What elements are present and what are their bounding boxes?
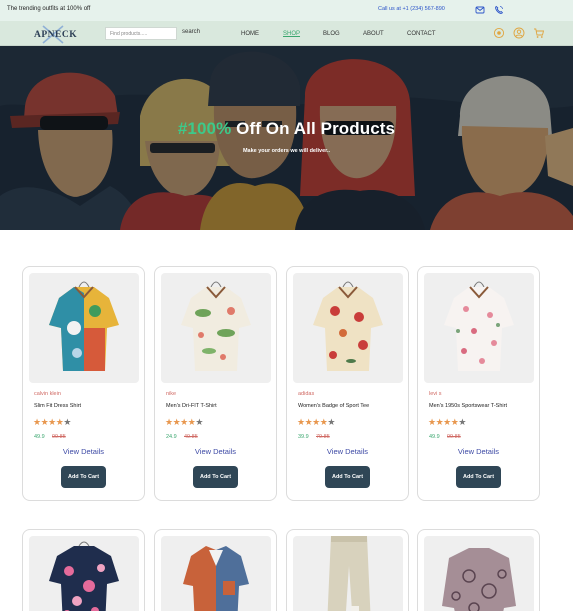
add-to-cart-button[interactable]: Add To Cart [325,466,370,488]
nav-contact[interactable]: CONTACT [407,31,436,37]
shirt-image [49,281,119,371]
hero-title-accent: #100% [177,119,232,138]
nav-about[interactable]: ABOUT [363,31,384,37]
product-price: 49.9 [34,434,45,440]
call-us-link[interactable]: Call us at +1 (234) 567-890 [378,6,445,12]
cart-icon[interactable] [533,27,545,39]
product-card[interactable]: adidas Women's Badge of Sport Tee ★★★★★ 39.… [286,266,409,501]
star-icon: ★ [33,417,41,427]
product-card-partial[interactable] [22,529,145,611]
hero-title-rest: Off On All Products [231,119,396,138]
star-icon: ★ [312,417,320,427]
star-icon: ★ [428,417,436,427]
nav-home[interactable]: HOME [241,31,259,37]
product-card[interactable]: nike Men's Dri-FIT T-Shirt ★★★★★ 24.9 49.85 V… [154,266,277,501]
product-image[interactable] [161,273,271,383]
product-image[interactable] [424,273,534,383]
main-navbar: APNECK search HOME SHOP BLOG ABOUT CONTA… [0,21,573,46]
rating-stars: ★★★★★ [297,417,335,428]
rating-stars: ★★★★★ [428,417,466,428]
product-price: 24.9 [166,434,177,440]
product-image[interactable] [29,273,139,383]
hero-subtitle: Make your orders we will deliver.. [242,148,331,154]
view-details-link[interactable]: View Details [155,447,276,456]
star-icon: ★ [63,417,71,427]
shirt-image [444,281,514,371]
product-card-partial[interactable] [417,529,540,611]
product-image[interactable] [293,536,403,611]
star-icon: ★ [48,417,56,427]
view-details-link[interactable]: View Details [418,447,539,456]
product-card[interactable]: calvin klein Slim Fit Dress Shirt ★★★★★ 49.… [22,266,145,501]
product-old-price: 99.85 [447,434,461,440]
product-image[interactable] [293,273,403,383]
star-icon: ★ [297,417,305,427]
product-card-partial[interactable] [154,529,277,611]
star-icon: ★ [327,417,335,427]
view-details-link[interactable]: View Details [23,447,144,456]
search-input[interactable] [105,27,177,40]
product-price: 49.9 [429,434,440,440]
star-icon: ★ [195,417,203,427]
logo-text: APNECK [34,30,78,40]
top-bar: The trending outfits at 100% off Call us… [0,0,573,21]
product-old-price: 49.85 [184,434,198,440]
product-name: Men's 1950s Sportswear T-Shirt [429,403,507,409]
star-icon: ★ [443,417,451,427]
product-brand: levi s [429,391,442,397]
shirt-image [181,281,251,371]
add-to-cart-button[interactable]: Add To Cart [61,466,106,488]
product-brand: calvin klein [34,391,61,397]
brand-logo[interactable]: APNECK [33,24,78,44]
product-brand: nike [166,391,177,397]
product-card[interactable]: levi s Men's 1950s Sportswear T-Shirt ★★★★… [417,266,540,501]
promo-text: The trending outfits at 100% off [7,6,91,12]
star-icon: ★ [180,417,188,427]
eye-icon[interactable] [493,27,505,39]
product-name: Women's Badge of Sport Tee [298,403,370,409]
phone-icon[interactable] [494,5,504,15]
user-icon[interactable] [513,27,525,39]
nav-shop[interactable]: SHOP [283,31,300,37]
patterned-blouse [442,548,516,611]
star-icon: ★ [458,417,466,427]
nav-blog[interactable]: BLOG [323,31,340,37]
floral-navy-shirt [49,541,119,611]
mail-icon[interactable] [475,5,485,15]
hero-title: #100% Off On All Products [0,119,573,139]
shirt-image [313,281,383,371]
product-image[interactable] [161,536,271,611]
add-to-cart-button[interactable]: Add To Cart [456,466,501,488]
product-price: 39.9 [298,434,309,440]
product-brand: adidas [298,391,315,397]
hero-banner: #100% Off On All Products Make your orde… [0,46,573,230]
linen-pants [327,536,371,611]
product-name: Slim Fit Dress Shirt [34,403,82,409]
product-old-price: 99.85 [52,434,66,440]
product-image[interactable] [424,536,534,611]
star-icon: ★ [165,417,173,427]
view-details-link[interactable]: View Details [287,447,408,456]
product-name: Men's Dri-FIT T-Shirt [166,403,217,409]
search-button[interactable]: search [182,29,200,35]
colorblock-jacket [183,546,249,611]
product-old-price: 79.85 [316,434,330,440]
rating-stars: ★★★★★ [33,417,71,428]
product-card-partial[interactable] [286,529,409,611]
add-to-cart-button[interactable]: Add To Cart [193,466,238,488]
rating-stars: ★★★★★ [165,417,203,428]
product-image[interactable] [29,536,139,611]
